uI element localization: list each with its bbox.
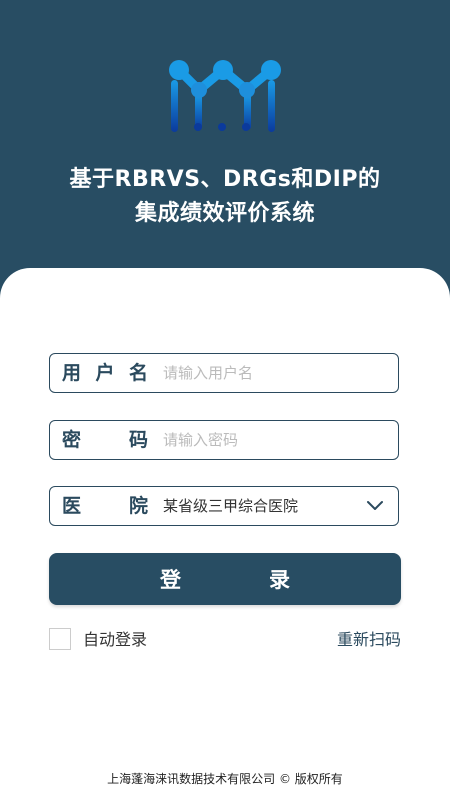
password-field: 密 码 <box>49 420 399 460</box>
hospital-select[interactable]: 医 院 某省级三甲综合医院 <box>49 486 399 526</box>
chevron-down-icon[interactable] <box>366 498 384 514</box>
app-title-line2: 集成绩效评价系统 <box>134 201 315 226</box>
auto-login-checkbox[interactable] <box>49 628 71 650</box>
footer-copyright: 上海蓬海涞讯数据技术有限公司 © 版权所有 <box>107 772 343 786</box>
brand-logo-icon <box>169 60 281 132</box>
login-card <box>0 268 450 800</box>
login-button[interactable]: 登 录 <box>49 553 401 605</box>
app-title-line1: 基于RBRVS、DRGs和DIP的 <box>69 167 381 192</box>
rescan-link[interactable]: 重新扫码 <box>337 628 401 652</box>
hospital-selected-value: 某省级三甲综合医院 <box>163 497 299 515</box>
header-background <box>0 0 450 300</box>
password-input[interactable] <box>163 421 383 459</box>
username-field: 用 户 名 <box>49 353 399 393</box>
username-label: 用 户 名 <box>62 362 148 384</box>
hospital-label: 医 院 <box>62 495 148 517</box>
password-label: 密 码 <box>62 429 148 451</box>
auto-login-label: 自动登录 <box>83 630 148 649</box>
username-input[interactable] <box>163 354 383 392</box>
